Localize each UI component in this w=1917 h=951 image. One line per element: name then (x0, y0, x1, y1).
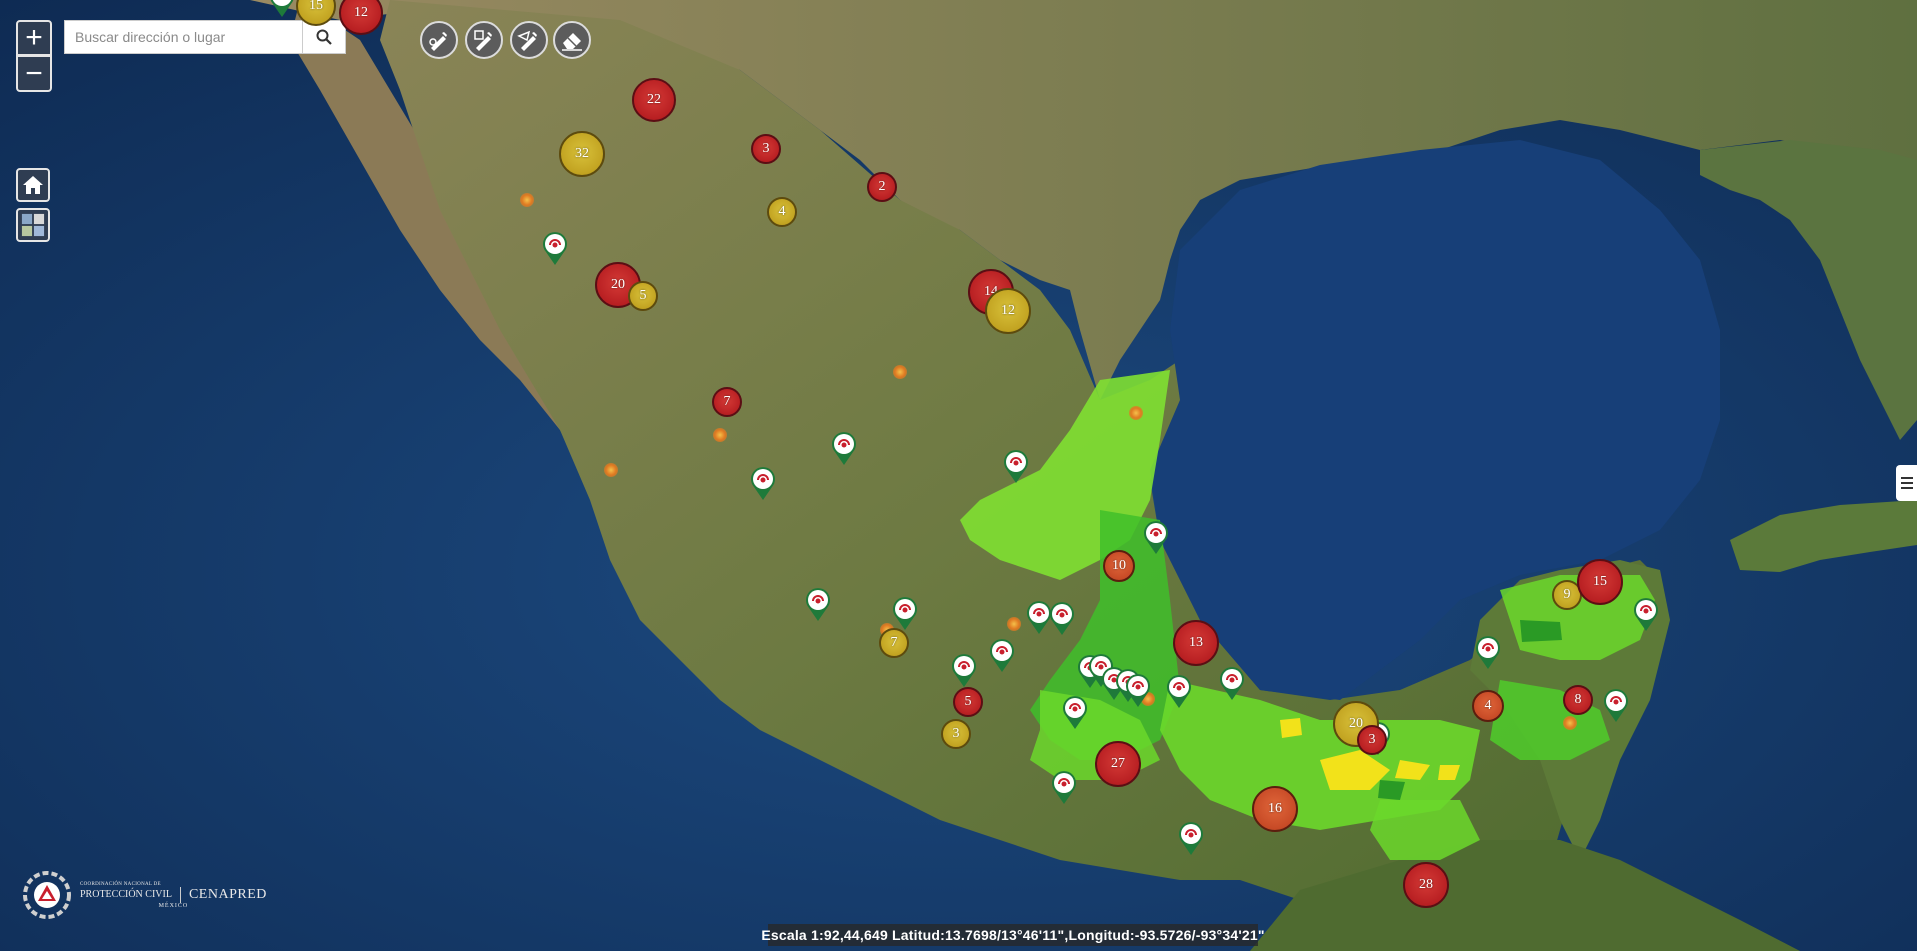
station-pin[interactable] (541, 230, 569, 266)
station-pin-icon (270, 0, 294, 17)
search-icon (316, 29, 332, 45)
station-pin[interactable] (804, 586, 832, 622)
cluster-marker[interactable]: 2 (867, 172, 897, 202)
station-pin-icon (1063, 696, 1087, 729)
station-pin-icon (893, 597, 917, 630)
station-pin-icon (1476, 636, 1500, 669)
basemap-toggle-button[interactable] (16, 208, 50, 242)
map-view[interactable]: + − Buscar dirección o lugar 15 12 22 32… (0, 0, 1917, 951)
search-input[interactable] (64, 20, 302, 54)
draw-freehand-icon (517, 30, 537, 51)
cluster-marker[interactable]: 3 (941, 719, 971, 749)
earthquake-marker[interactable] (893, 365, 907, 379)
station-pin-icon (1004, 450, 1028, 483)
cluster-marker[interactable]: 3 (1357, 725, 1387, 755)
cluster-marker[interactable]: 3 (751, 134, 781, 164)
cluster-marker[interactable]: 12 (985, 288, 1031, 334)
station-pin-icon (751, 467, 775, 500)
zoom-in-button[interactable]: + (16, 20, 52, 56)
logo-org-name: PROTECCIÓN CIVIL (80, 889, 172, 900)
satellite-basemap (0, 0, 1917, 951)
station-pin-icon (1167, 675, 1191, 708)
station-pin-icon (1604, 689, 1628, 722)
station-pin[interactable] (891, 595, 919, 631)
cluster-marker[interactable]: 4 (1472, 690, 1504, 722)
station-pin[interactable] (1602, 687, 1630, 723)
station-pin-icon (1052, 771, 1076, 804)
basemap-gallery-icon (21, 213, 45, 237)
proteccion-civil-emblem-icon (23, 871, 71, 919)
station-pin[interactable] (830, 430, 858, 466)
cluster-marker[interactable]: 32 (559, 131, 605, 177)
station-pin[interactable] (1218, 665, 1246, 701)
legend-panel-toggle[interactable] (1896, 465, 1917, 501)
cluster-marker[interactable]: 13 (1173, 620, 1219, 666)
earthquake-marker[interactable] (1007, 617, 1021, 631)
station-pin[interactable] (749, 465, 777, 501)
station-pin-icon (1634, 598, 1658, 631)
cluster-marker[interactable]: 27 (1095, 741, 1141, 787)
earthquake-marker[interactable] (1563, 716, 1577, 730)
cluster-marker[interactable]: 7 (879, 628, 909, 658)
cluster-marker[interactable]: 7 (712, 387, 742, 417)
eraser-icon (562, 33, 582, 51)
station-pin-icon (952, 654, 976, 687)
eraser-button[interactable] (553, 21, 591, 59)
cluster-marker[interactable]: 28 (1403, 862, 1449, 908)
station-pin-icon (990, 639, 1014, 672)
station-pin-icon (1179, 822, 1203, 855)
cluster-marker[interactable]: 5 (953, 687, 983, 717)
cenapred-logo: COORDINACIÓN NACIONAL DE PROTECCIÓN CIVI… (22, 870, 267, 920)
earthquake-marker[interactable] (520, 193, 534, 207)
cluster-marker[interactable]: 5 (628, 281, 658, 311)
station-pin[interactable] (1061, 694, 1089, 730)
home-icon (23, 176, 43, 194)
station-pin-icon (832, 432, 856, 465)
draw-polygon-icon (474, 30, 492, 51)
scale-coordinates-readout: Escala 1:92,44,649 Latitud:13.7698/13°46… (761, 924, 1264, 946)
station-pin-icon (1126, 674, 1150, 707)
cluster-marker[interactable]: 22 (632, 78, 676, 122)
station-pin[interactable] (1142, 519, 1170, 555)
station-pin[interactable] (1632, 596, 1660, 632)
station-pin[interactable] (1177, 820, 1205, 856)
station-pin-icon (543, 232, 567, 265)
earthquake-marker[interactable] (713, 428, 727, 442)
station-pin-icon (806, 588, 830, 621)
earthquake-marker[interactable] (604, 463, 618, 477)
station-pin-icon (1144, 521, 1168, 554)
station-pin[interactable] (1048, 600, 1076, 636)
search-bar (64, 20, 346, 54)
station-pin-icon (1220, 667, 1244, 700)
station-pin[interactable] (1002, 448, 1030, 484)
station-pin[interactable] (268, 0, 296, 18)
station-pin[interactable] (1124, 672, 1152, 708)
station-pin-icon (1050, 602, 1074, 635)
draw-polyline-button[interactable] (420, 21, 458, 59)
logo-country: MÉXICO (158, 902, 189, 909)
zoom-out-button[interactable]: − (16, 56, 52, 92)
cluster-marker[interactable]: 16 (1252, 786, 1298, 832)
station-pin[interactable] (950, 652, 978, 688)
draw-freehand-button[interactable] (510, 21, 548, 59)
cluster-marker[interactable]: 4 (767, 197, 797, 227)
station-pin[interactable] (1474, 634, 1502, 670)
draw-polygon-button[interactable] (465, 21, 503, 59)
earthquake-marker[interactable] (1129, 406, 1143, 420)
cluster-marker[interactable]: 8 (1563, 685, 1593, 715)
cluster-marker[interactable]: 10 (1103, 550, 1135, 582)
logo-brand: CENAPRED (188, 886, 267, 902)
station-pin[interactable] (1050, 769, 1078, 805)
cluster-marker[interactable]: 15 (1577, 559, 1623, 605)
list-icon (1900, 477, 1913, 489)
home-button[interactable] (16, 168, 50, 202)
draw-polyline-icon (429, 32, 447, 51)
search-button[interactable] (302, 20, 346, 54)
station-pin[interactable] (1165, 673, 1193, 709)
station-pin[interactable] (988, 637, 1016, 673)
